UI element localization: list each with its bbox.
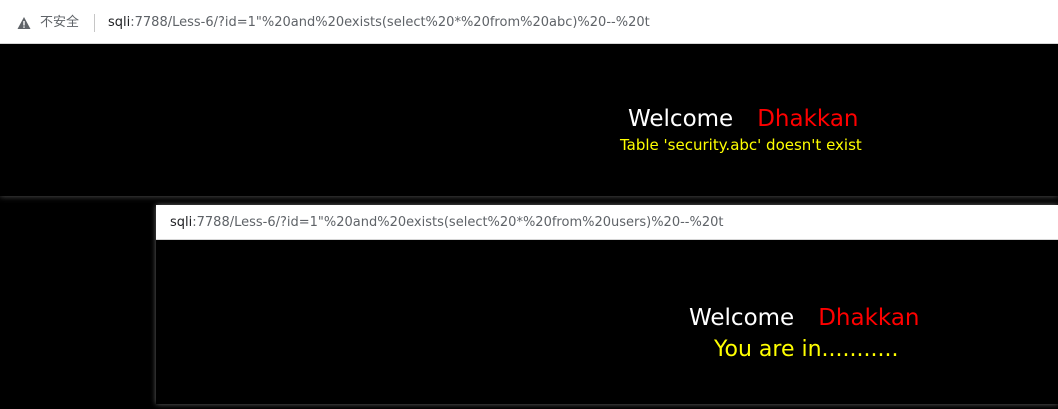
url-path: :7788/Less-6/?id=1"%20and%20exists(selec… bbox=[130, 15, 650, 30]
top-page-content bbox=[6, 44, 1052, 192]
top-welcome-line: Welcome Dhakkan bbox=[628, 106, 859, 132]
error-message: Table 'security.abc' doesn't exist bbox=[620, 136, 862, 154]
url-path: :7788/Less-6/?id=1"%20and%20exists(selec… bbox=[192, 215, 724, 230]
welcome-text: Welcome bbox=[628, 106, 734, 132]
url-host: sqli bbox=[170, 215, 193, 230]
url-host: sqli bbox=[108, 15, 131, 30]
screenshot-canvas: 不安全 sqli:7788/Less-6/?id=1"%20and%20exis… bbox=[0, 0, 1058, 409]
top-url-input[interactable]: sqli:7788/Less-6/?id=1"%20and%20exists(s… bbox=[108, 14, 650, 32]
welcome-text: Welcome bbox=[689, 305, 795, 331]
top-browser-window: 不安全 sqli:7788/Less-6/?id=1"%20and%20exis… bbox=[0, 0, 1058, 196]
bottom-browser-window: sqli:7788/Less-6/?id=1"%20and%20exists(s… bbox=[156, 205, 1058, 404]
username-text: Dhakkan bbox=[757, 106, 859, 132]
username-text: Dhakkan bbox=[818, 305, 920, 331]
bottom-welcome-line: Welcome Dhakkan bbox=[689, 305, 920, 331]
success-message: You are in........... bbox=[714, 337, 899, 362]
not-secure-label[interactable]: 不安全 bbox=[40, 14, 79, 32]
top-address-bar[interactable]: 不安全 sqli:7788/Less-6/?id=1"%20and%20exis… bbox=[0, 0, 1058, 44]
address-divider bbox=[94, 14, 95, 32]
warning-icon[interactable] bbox=[17, 16, 31, 30]
bottom-url-input[interactable]: sqli:7788/Less-6/?id=1"%20and%20exists(s… bbox=[170, 214, 723, 232]
bottom-address-bar[interactable]: sqli:7788/Less-6/?id=1"%20and%20exists(s… bbox=[156, 205, 1058, 240]
